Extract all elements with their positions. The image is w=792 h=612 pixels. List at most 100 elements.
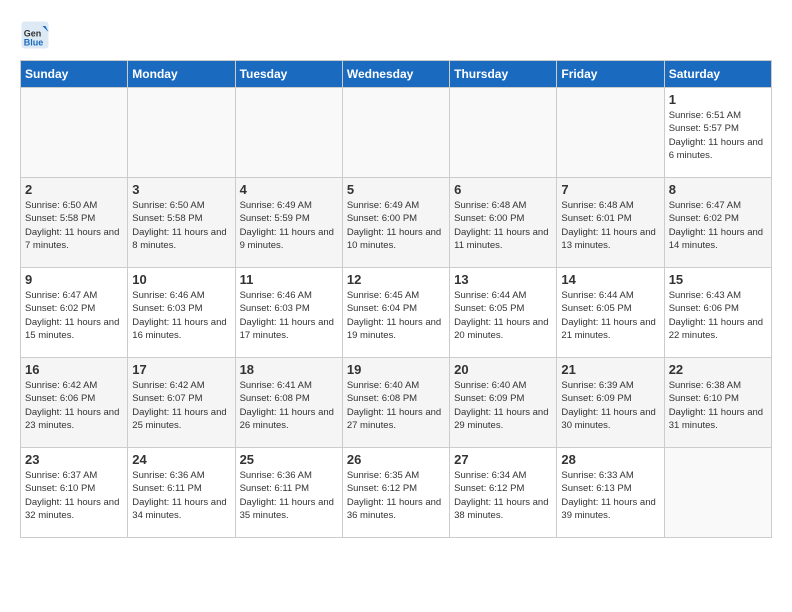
- calendar-cell: 23 Sunrise: 6:37 AM Sunset: 6:10 PM Dayli…: [21, 448, 128, 538]
- day-info: Sunrise: 6:42 AM Sunset: 6:07 PM Dayligh…: [132, 379, 230, 432]
- day-info: Sunrise: 6:44 AM Sunset: 6:05 PM Dayligh…: [454, 289, 552, 342]
- calendar-cell: 1 Sunrise: 6:51 AM Sunset: 5:57 PM Daylig…: [664, 88, 771, 178]
- day-info: Sunrise: 6:44 AM Sunset: 6:05 PM Dayligh…: [561, 289, 659, 342]
- calendar-cell: 2 Sunrise: 6:50 AM Sunset: 5:58 PM Daylig…: [21, 178, 128, 268]
- calendar-cell: 25 Sunrise: 6:36 AM Sunset: 6:11 PM Dayli…: [235, 448, 342, 538]
- calendar-cell: [342, 88, 449, 178]
- calendar-week-row: 2 Sunrise: 6:50 AM Sunset: 5:58 PM Daylig…: [21, 178, 772, 268]
- day-info: Sunrise: 6:46 AM Sunset: 6:03 PM Dayligh…: [240, 289, 338, 342]
- header-sunday: Sunday: [21, 61, 128, 88]
- header-wednesday: Wednesday: [342, 61, 449, 88]
- day-number: 24: [132, 452, 230, 467]
- calendar-week-row: 16 Sunrise: 6:42 AM Sunset: 6:06 PM Dayli…: [21, 358, 772, 448]
- day-info: Sunrise: 6:50 AM Sunset: 5:58 PM Dayligh…: [25, 199, 123, 252]
- calendar-cell: 19 Sunrise: 6:40 AM Sunset: 6:08 PM Dayli…: [342, 358, 449, 448]
- day-info: Sunrise: 6:42 AM Sunset: 6:06 PM Dayligh…: [25, 379, 123, 432]
- calendar-cell: [557, 88, 664, 178]
- calendar-cell: [450, 88, 557, 178]
- day-info: Sunrise: 6:48 AM Sunset: 6:01 PM Dayligh…: [561, 199, 659, 252]
- header-thursday: Thursday: [450, 61, 557, 88]
- day-number: 28: [561, 452, 659, 467]
- day-info: Sunrise: 6:47 AM Sunset: 6:02 PM Dayligh…: [669, 199, 767, 252]
- day-info: Sunrise: 6:47 AM Sunset: 6:02 PM Dayligh…: [25, 289, 123, 342]
- calendar-header-row: SundayMondayTuesdayWednesdayThursdayFrid…: [21, 61, 772, 88]
- day-number: 27: [454, 452, 552, 467]
- calendar-cell: 13 Sunrise: 6:44 AM Sunset: 6:05 PM Dayli…: [450, 268, 557, 358]
- day-number: 16: [25, 362, 123, 377]
- page-header: Gen Blue: [20, 20, 772, 50]
- day-number: 21: [561, 362, 659, 377]
- day-number: 18: [240, 362, 338, 377]
- calendar-cell: [664, 448, 771, 538]
- calendar-cell: 16 Sunrise: 6:42 AM Sunset: 6:06 PM Dayli…: [21, 358, 128, 448]
- calendar-cell: 11 Sunrise: 6:46 AM Sunset: 6:03 PM Dayli…: [235, 268, 342, 358]
- day-number: 5: [347, 182, 445, 197]
- calendar-cell: 4Sunrise: 6:49 AM Sunset: 5:59 PM Daylig…: [235, 178, 342, 268]
- calendar-cell: 15 Sunrise: 6:43 AM Sunset: 6:06 PM Dayli…: [664, 268, 771, 358]
- day-info: Sunrise: 6:37 AM Sunset: 6:10 PM Dayligh…: [25, 469, 123, 522]
- calendar-cell: 3 Sunrise: 6:50 AM Sunset: 5:58 PM Daylig…: [128, 178, 235, 268]
- day-info: Sunrise: 6:36 AM Sunset: 6:11 PM Dayligh…: [132, 469, 230, 522]
- svg-text:Blue: Blue: [24, 38, 44, 48]
- day-info: Sunrise: 6:50 AM Sunset: 5:58 PM Dayligh…: [132, 199, 230, 252]
- header-tuesday: Tuesday: [235, 61, 342, 88]
- calendar-cell: 18 Sunrise: 6:41 AM Sunset: 6:08 PM Dayli…: [235, 358, 342, 448]
- day-number: 1: [669, 92, 767, 107]
- day-number: 26: [347, 452, 445, 467]
- calendar-week-row: 9 Sunrise: 6:47 AM Sunset: 6:02 PM Daylig…: [21, 268, 772, 358]
- day-number: 25: [240, 452, 338, 467]
- day-info: Sunrise: 6:43 AM Sunset: 6:06 PM Dayligh…: [669, 289, 767, 342]
- day-info: Sunrise: 6:45 AM Sunset: 6:04 PM Dayligh…: [347, 289, 445, 342]
- day-number: 2: [25, 182, 123, 197]
- calendar-cell: 21 Sunrise: 6:39 AM Sunset: 6:09 PM Dayli…: [557, 358, 664, 448]
- logo-icon: Gen Blue: [20, 20, 50, 50]
- calendar-cell: 27 Sunrise: 6:34 AM Sunset: 6:12 PM Dayli…: [450, 448, 557, 538]
- calendar-week-row: 23 Sunrise: 6:37 AM Sunset: 6:10 PM Dayli…: [21, 448, 772, 538]
- day-info: Sunrise: 6:36 AM Sunset: 6:11 PM Dayligh…: [240, 469, 338, 522]
- calendar-cell: [235, 88, 342, 178]
- logo: Gen Blue: [20, 20, 54, 50]
- day-info: Sunrise: 6:40 AM Sunset: 6:09 PM Dayligh…: [454, 379, 552, 432]
- calendar-cell: 14 Sunrise: 6:44 AM Sunset: 6:05 PM Dayli…: [557, 268, 664, 358]
- day-number: 12: [347, 272, 445, 287]
- calendar-cell: 8 Sunrise: 6:47 AM Sunset: 6:02 PM Daylig…: [664, 178, 771, 268]
- day-number: 17: [132, 362, 230, 377]
- calendar-week-row: 1 Sunrise: 6:51 AM Sunset: 5:57 PM Daylig…: [21, 88, 772, 178]
- calendar-cell: 10 Sunrise: 6:46 AM Sunset: 6:03 PM Dayli…: [128, 268, 235, 358]
- day-info: Sunrise: 6:41 AM Sunset: 6:08 PM Dayligh…: [240, 379, 338, 432]
- calendar-cell: 26Sunrise: 6:35 AM Sunset: 6:12 PM Dayli…: [342, 448, 449, 538]
- day-number: 3: [132, 182, 230, 197]
- day-info: Sunrise: 6:49 AM Sunset: 6:00 PM Dayligh…: [347, 199, 445, 252]
- day-number: 9: [25, 272, 123, 287]
- calendar-cell: 22 Sunrise: 6:38 AM Sunset: 6:10 PM Dayli…: [664, 358, 771, 448]
- day-number: 11: [240, 272, 338, 287]
- day-number: 7: [561, 182, 659, 197]
- day-number: 23: [25, 452, 123, 467]
- day-info: Sunrise: 6:51 AM Sunset: 5:57 PM Dayligh…: [669, 109, 767, 162]
- day-number: 19: [347, 362, 445, 377]
- day-number: 6: [454, 182, 552, 197]
- header-monday: Monday: [128, 61, 235, 88]
- day-number: 15: [669, 272, 767, 287]
- day-number: 10: [132, 272, 230, 287]
- day-number: 14: [561, 272, 659, 287]
- calendar-cell: [21, 88, 128, 178]
- day-number: 8: [669, 182, 767, 197]
- day-info: Sunrise: 6:33 AM Sunset: 6:13 PM Dayligh…: [561, 469, 659, 522]
- calendar-cell: 9 Sunrise: 6:47 AM Sunset: 6:02 PM Daylig…: [21, 268, 128, 358]
- day-info: Sunrise: 6:39 AM Sunset: 6:09 PM Dayligh…: [561, 379, 659, 432]
- day-number: 22: [669, 362, 767, 377]
- day-info: Sunrise: 6:38 AM Sunset: 6:10 PM Dayligh…: [669, 379, 767, 432]
- day-info: Sunrise: 6:49 AM Sunset: 5:59 PM Dayligh…: [240, 199, 338, 252]
- day-number: 13: [454, 272, 552, 287]
- day-info: Sunrise: 6:34 AM Sunset: 6:12 PM Dayligh…: [454, 469, 552, 522]
- calendar-cell: 28 Sunrise: 6:33 AM Sunset: 6:13 PM Dayli…: [557, 448, 664, 538]
- header-saturday: Saturday: [664, 61, 771, 88]
- calendar-cell: 24 Sunrise: 6:36 AM Sunset: 6:11 PM Dayli…: [128, 448, 235, 538]
- calendar-cell: 5 Sunrise: 6:49 AM Sunset: 6:00 PM Daylig…: [342, 178, 449, 268]
- calendar-cell: 7 Sunrise: 6:48 AM Sunset: 6:01 PM Daylig…: [557, 178, 664, 268]
- day-info: Sunrise: 6:40 AM Sunset: 6:08 PM Dayligh…: [347, 379, 445, 432]
- calendar-cell: 6Sunrise: 6:48 AM Sunset: 6:00 PM Daylig…: [450, 178, 557, 268]
- header-friday: Friday: [557, 61, 664, 88]
- day-info: Sunrise: 6:46 AM Sunset: 6:03 PM Dayligh…: [132, 289, 230, 342]
